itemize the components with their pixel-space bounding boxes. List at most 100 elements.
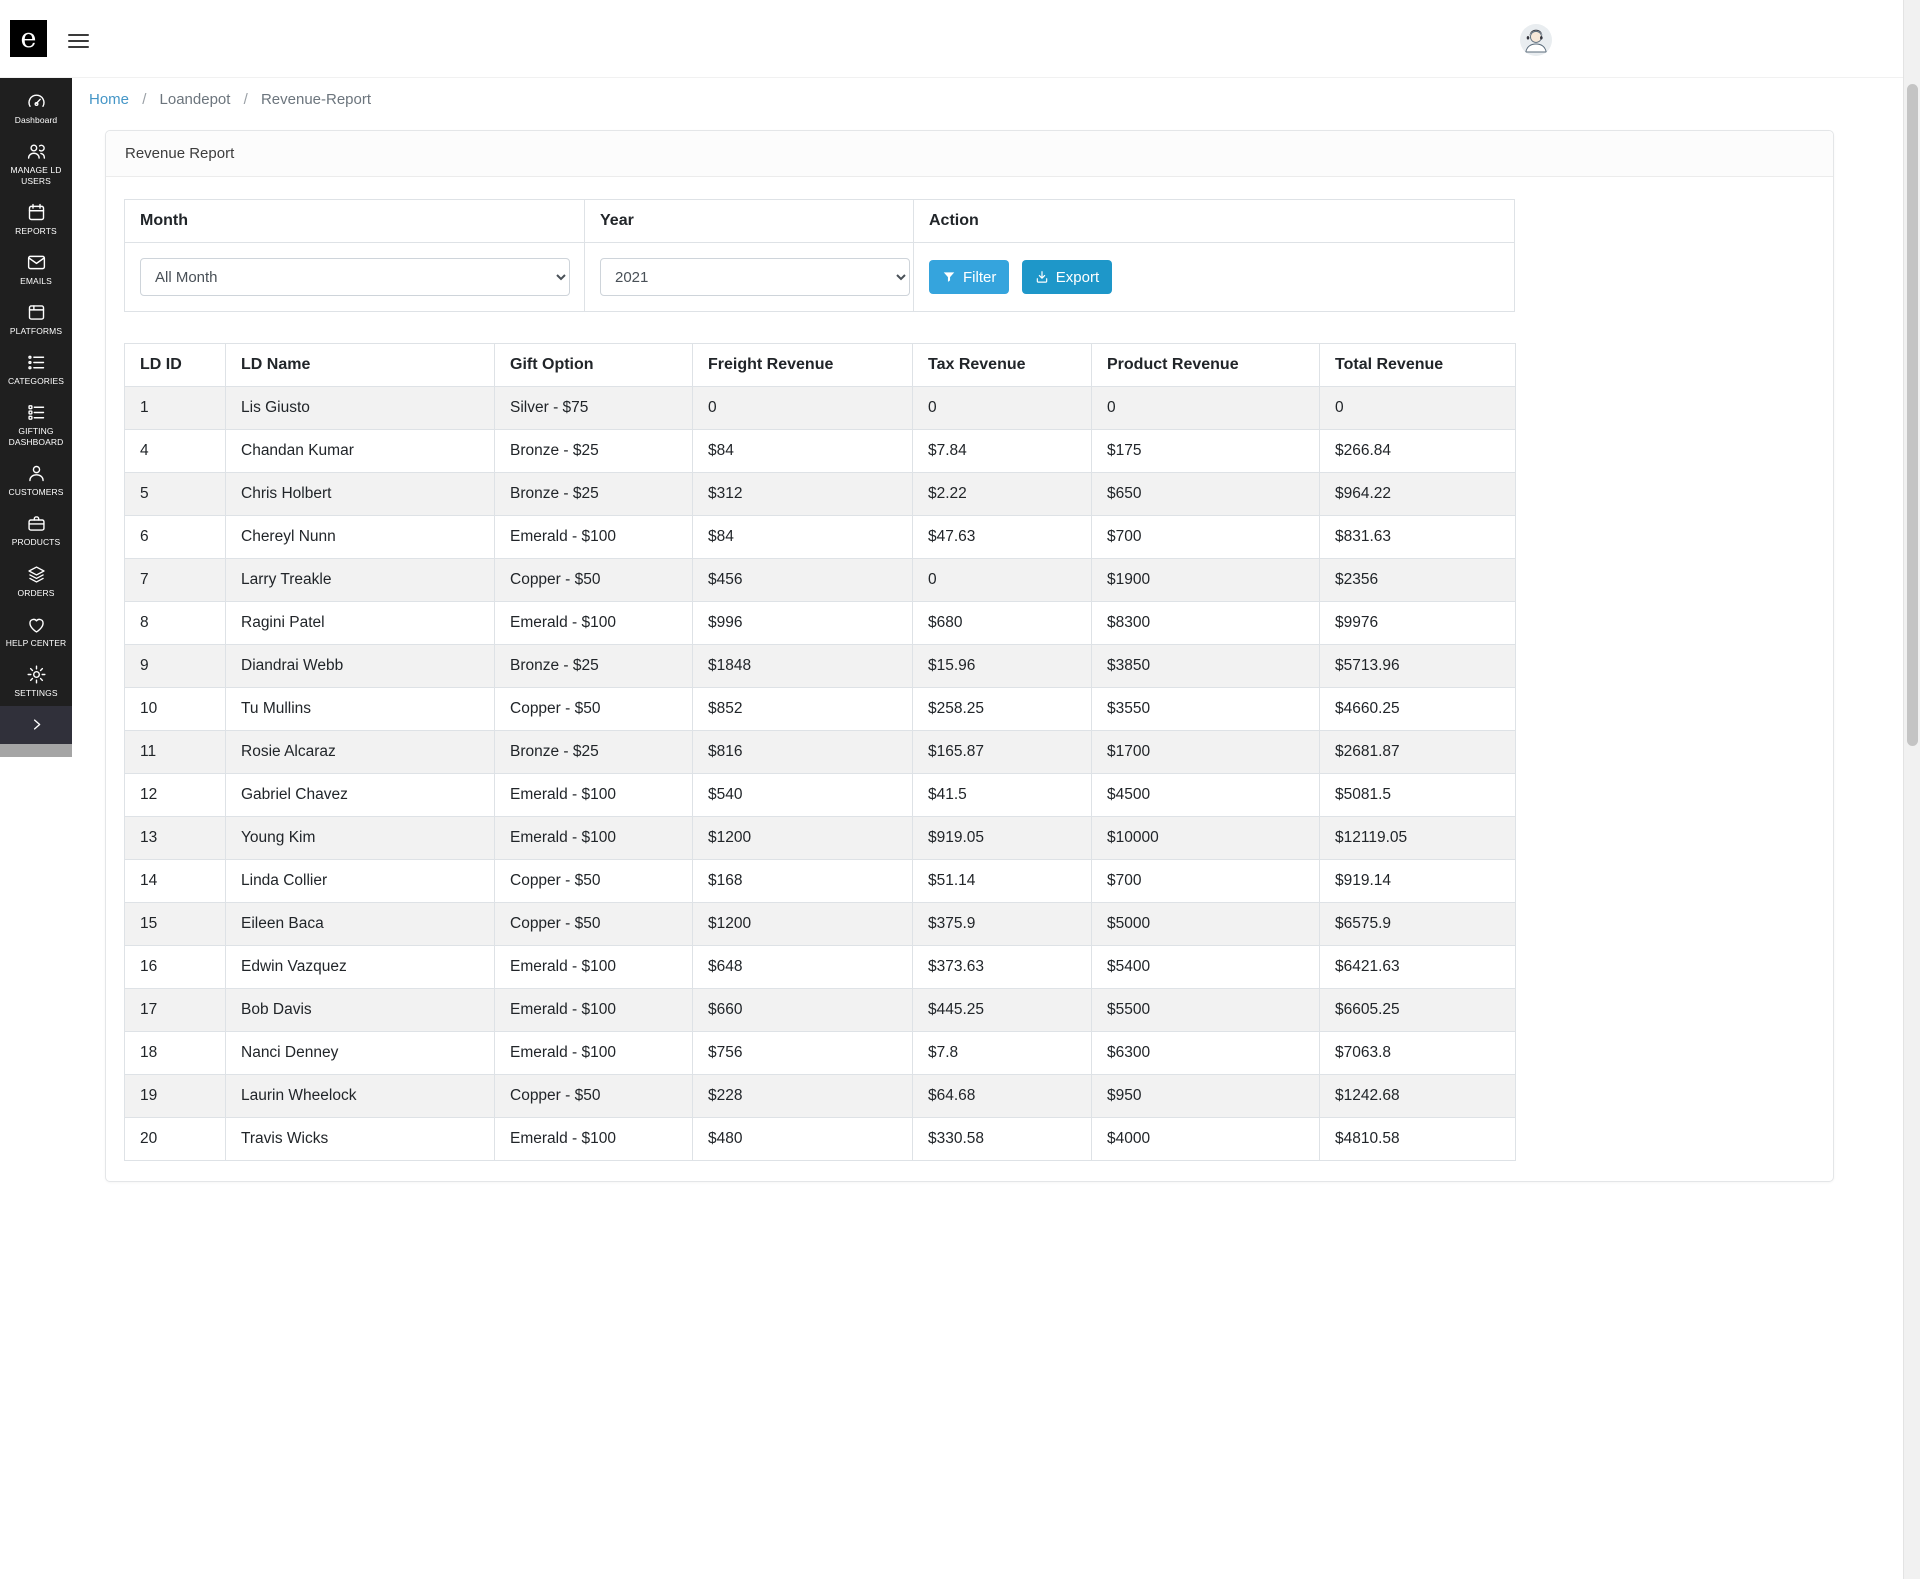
column-header-gift-option: Gift Option bbox=[495, 344, 693, 387]
table-cell: 16 bbox=[125, 946, 226, 989]
sidebar-item-platforms[interactable]: PLATFORMS bbox=[0, 294, 72, 344]
settings-icon bbox=[26, 664, 47, 685]
table-cell: $9976 bbox=[1320, 602, 1516, 645]
table-row: 19Laurin WheelockCopper - $50$228$64.68$… bbox=[125, 1075, 1516, 1118]
table-row: 8Ragini PatelEmerald - $100$996$680$8300… bbox=[125, 602, 1516, 645]
table-cell: Bronze - $25 bbox=[495, 473, 693, 516]
month-column-label: Month bbox=[125, 200, 585, 243]
table-cell: $6575.9 bbox=[1320, 903, 1516, 946]
table-cell: $41.5 bbox=[913, 774, 1092, 817]
sidebar-expand-button[interactable] bbox=[0, 706, 72, 744]
table-cell: Emerald - $100 bbox=[495, 1032, 693, 1075]
table-cell: Ragini Patel bbox=[226, 602, 495, 645]
app-logo[interactable]: e bbox=[10, 20, 47, 57]
sidebar-item-label: CUSTOMERS bbox=[8, 487, 63, 498]
table-cell: $375.9 bbox=[913, 903, 1092, 946]
column-header-tax-revenue: Tax Revenue bbox=[913, 344, 1092, 387]
table-cell: 0 bbox=[913, 559, 1092, 602]
sidebar-item-gifting-dashboard[interactable]: GIFTING DASHBOARD bbox=[0, 394, 72, 455]
table-cell: $919.14 bbox=[1320, 860, 1516, 903]
table-cell: 1 bbox=[125, 387, 226, 430]
table-cell: Laurin Wheelock bbox=[226, 1075, 495, 1118]
sidebar-item-settings[interactable]: SETTINGS bbox=[0, 656, 72, 706]
revenue-report-card: Revenue Report Month Year Action All Mon bbox=[105, 130, 1834, 1182]
table-cell: $6300 bbox=[1092, 1032, 1320, 1075]
sidebar-item-reports[interactable]: REPORTS bbox=[0, 194, 72, 244]
table-cell: $10000 bbox=[1092, 817, 1320, 860]
table-cell: Larry Treakle bbox=[226, 559, 495, 602]
table-cell: $12119.05 bbox=[1320, 817, 1516, 860]
table-cell: $680 bbox=[913, 602, 1092, 645]
table-cell: 9 bbox=[125, 645, 226, 688]
table-cell: Linda Collier bbox=[226, 860, 495, 903]
table-cell: $6421.63 bbox=[1320, 946, 1516, 989]
table-cell: $5713.96 bbox=[1320, 645, 1516, 688]
column-header-product-revenue: Product Revenue bbox=[1092, 344, 1320, 387]
table-cell: $1200 bbox=[693, 817, 913, 860]
sidebar-item-categories[interactable]: CATEGORIES bbox=[0, 344, 72, 394]
avatar-person-icon bbox=[1520, 24, 1552, 56]
sidebar-scrollbar[interactable] bbox=[0, 744, 72, 757]
table-cell: 5 bbox=[125, 473, 226, 516]
sidebar-item-label: EMAILS bbox=[20, 276, 52, 287]
table-cell: $852 bbox=[693, 688, 913, 731]
sidebar-item-label: MANAGE LD USERS bbox=[3, 165, 69, 187]
table-cell: $480 bbox=[693, 1118, 913, 1161]
table-cell: $168 bbox=[693, 860, 913, 903]
table-cell: 0 bbox=[693, 387, 913, 430]
table-cell: $4810.58 bbox=[1320, 1118, 1516, 1161]
month-select[interactable]: All Month bbox=[140, 258, 570, 296]
table-row: 13Young KimEmerald - $100$1200$919.05$10… bbox=[125, 817, 1516, 860]
dashboard-icon bbox=[26, 91, 47, 112]
breadcrumb-separator: / bbox=[142, 91, 146, 108]
table-cell: Emerald - $100 bbox=[495, 516, 693, 559]
table-cell: $258.25 bbox=[913, 688, 1092, 731]
table-cell: $4500 bbox=[1092, 774, 1320, 817]
card-body: Month Year Action All Month bbox=[106, 177, 1833, 1181]
export-button[interactable]: Export bbox=[1022, 260, 1112, 294]
sidebar-item-manage-ld-users[interactable]: MANAGE LD USERS bbox=[0, 133, 72, 194]
table-cell: Chereyl Nunn bbox=[226, 516, 495, 559]
sidebar-item-orders[interactable]: ORDERS bbox=[0, 556, 72, 606]
sidebar-item-dashboard[interactable]: Dashboard bbox=[0, 83, 72, 133]
card-title: Revenue Report bbox=[106, 131, 1833, 177]
page-scrollbar[interactable] bbox=[1903, 0, 1920, 1579]
table-cell: $650 bbox=[1092, 473, 1320, 516]
scrollbar-thumb[interactable] bbox=[1907, 84, 1918, 746]
reports-icon bbox=[26, 202, 47, 223]
table-cell: Emerald - $100 bbox=[495, 946, 693, 989]
main-content: Home / Loandepot / Revenue-Report Revenu… bbox=[72, 78, 1920, 1182]
table-cell: $1242.68 bbox=[1320, 1075, 1516, 1118]
products-icon bbox=[26, 513, 47, 534]
table-cell: $4660.25 bbox=[1320, 688, 1516, 731]
revenue-table-head-row: LD IDLD NameGift OptionFreight RevenueTa… bbox=[125, 344, 1516, 387]
sidebar-item-emails[interactable]: EMAILS bbox=[0, 244, 72, 294]
user-avatar[interactable] bbox=[1520, 24, 1552, 56]
filter-button-label: Filter bbox=[963, 269, 996, 286]
table-row: 20Travis WicksEmerald - $100$480$330.58$… bbox=[125, 1118, 1516, 1161]
table-cell: 0 bbox=[913, 387, 1092, 430]
sidebar-item-label: PRODUCTS bbox=[12, 537, 61, 548]
table-cell: 11 bbox=[125, 731, 226, 774]
sidebar-item-label: PLATFORMS bbox=[10, 326, 62, 337]
table-cell: $7063.8 bbox=[1320, 1032, 1516, 1075]
year-select[interactable]: 2021 bbox=[600, 258, 910, 296]
table-cell: 8 bbox=[125, 602, 226, 645]
breadcrumb-current-page: Revenue-Report bbox=[261, 91, 371, 108]
breadcrumb-home-link[interactable]: Home bbox=[89, 91, 129, 108]
sidebar-item-help-center[interactable]: HELP CENTER bbox=[0, 606, 72, 656]
breadcrumb-loandepot: Loandepot bbox=[160, 91, 231, 108]
table-cell: $5081.5 bbox=[1320, 774, 1516, 817]
sidebar-item-customers[interactable]: CUSTOMERS bbox=[0, 455, 72, 505]
table-cell: $700 bbox=[1092, 516, 1320, 559]
table-cell: $3850 bbox=[1092, 645, 1320, 688]
table-row: 7Larry TreakleCopper - $50$4560$1900$235… bbox=[125, 559, 1516, 602]
menu-toggle-button[interactable] bbox=[64, 26, 94, 52]
table-cell: Chris Holbert bbox=[226, 473, 495, 516]
filter-button[interactable]: Filter bbox=[929, 260, 1009, 294]
chevron-right-icon bbox=[29, 717, 44, 732]
table-row: 17Bob DavisEmerald - $100$660$445.25$550… bbox=[125, 989, 1516, 1032]
sidebar-item-products[interactable]: PRODUCTS bbox=[0, 505, 72, 555]
table-cell: $7.8 bbox=[913, 1032, 1092, 1075]
table-cell: Copper - $50 bbox=[495, 860, 693, 903]
